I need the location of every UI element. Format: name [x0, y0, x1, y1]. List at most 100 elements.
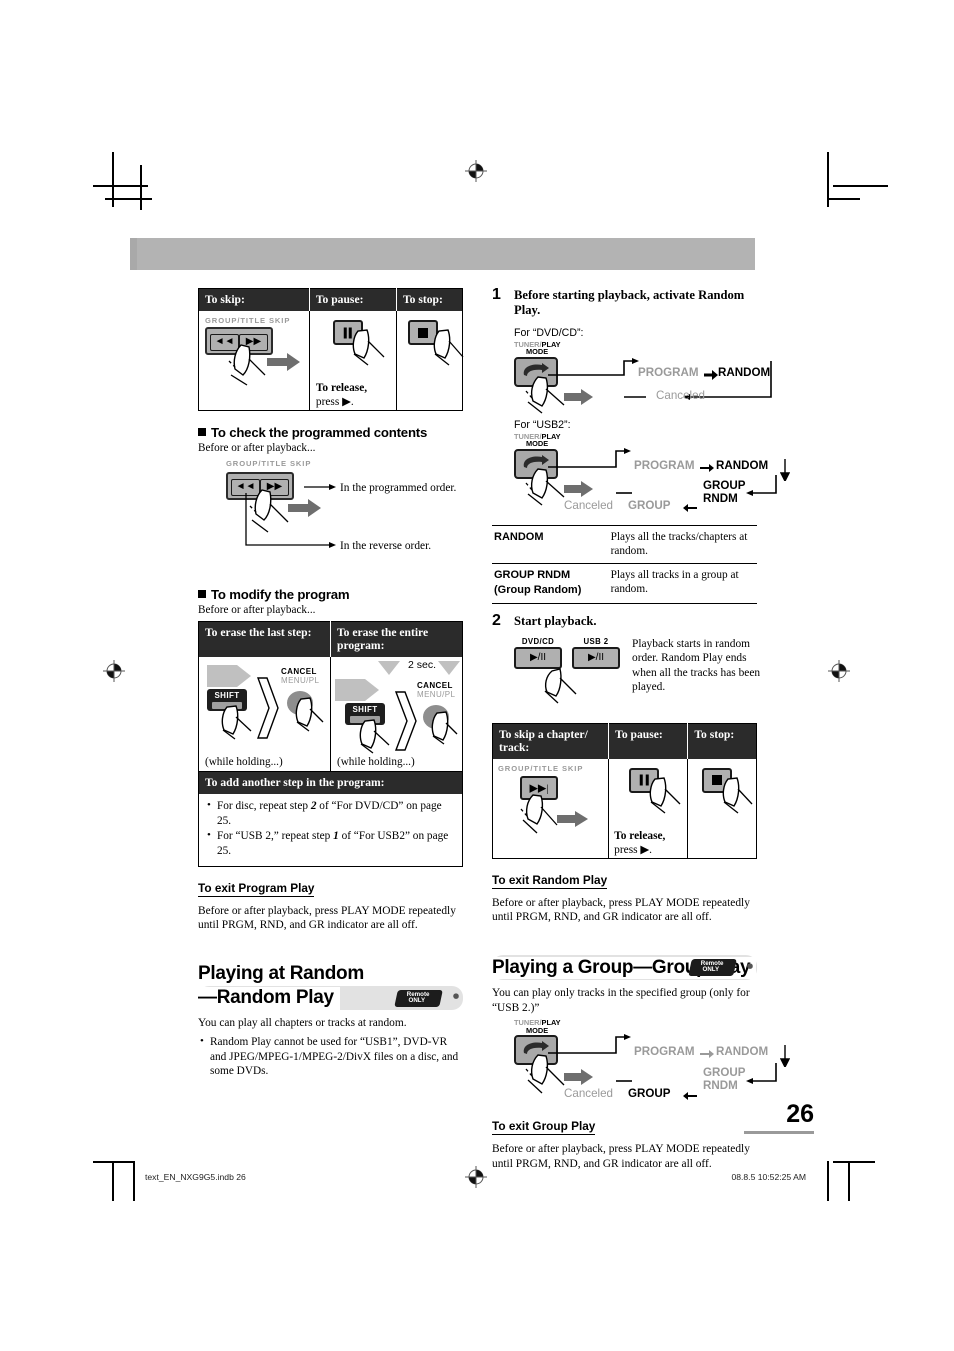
stop-icon — [712, 775, 723, 786]
col-header-erase-entire: To erase the entire program: — [330, 621, 463, 657]
mode-desc-cell: Plays all tracks in a group at random. — [608, 563, 757, 604]
pause-release-note-bold: To release, — [614, 829, 666, 842]
dvd-cd-flow-label: For “DVD/CD”: — [514, 326, 584, 339]
crop-mark — [833, 1161, 875, 1163]
exit-group-body: Before or after playback, press PLAY MOD… — [492, 1143, 750, 1170]
arrow-down-icon — [780, 1045, 790, 1068]
group-title-skip-label: GROUP/TITLE SKIP — [205, 316, 291, 325]
cell-erase-last-illustration: SHIFT CANCEL MENU/PL (while holding...) — [198, 657, 331, 772]
flow-group-label: GROUP — [628, 1087, 671, 1101]
col-header-erase-last: To erase the last step: — [198, 621, 331, 657]
table-row: GROUP/TITLE SKIP ▶▶| To release, press ▶… — [492, 758, 757, 859]
hold-arrow-icon — [438, 661, 460, 675]
flow-program-label: PROGRAM — [634, 1045, 695, 1059]
cell-pause-illustration: To release, press ▶. — [309, 311, 397, 411]
cell-stop-illustration — [688, 759, 757, 859]
step-1-text: Before starting playback, activate Rando… — [514, 288, 745, 318]
page-title-line2: —Random Play — [198, 987, 340, 1010]
random-play-intro: You can play all chapters or tracks at r… — [198, 1017, 407, 1030]
random-play-bullets: Random Play cannot be used for “USB1”, D… — [198, 1034, 463, 1079]
arrow-right-icon — [704, 369, 718, 380]
pause-release-note: press ▶. — [614, 843, 653, 856]
flow-group-rndm-label: GROUP RNDM — [703, 1066, 746, 1093]
crop-mark — [827, 198, 860, 200]
usb2-flow-diagram: TUNER/PLAY MODE PROGRAM RANDOM GROUP RND… — [508, 432, 790, 512]
table-row: GROUP RNDM (Group Random) Plays all trac… — [492, 563, 757, 604]
mode-name-cell: GROUP RNDM (Group Random) — [492, 563, 609, 604]
col-header-skip: To skip: — [198, 288, 310, 311]
crop-mark — [105, 198, 152, 200]
table-header-row: To erase the last step: To erase the ent… — [198, 621, 463, 657]
signal-wave-icon: ⏺ — [746, 959, 753, 974]
usb2-key-label: USB 2 — [583, 636, 609, 646]
group-play-intro: You can play only tracks in the specifie… — [492, 987, 750, 1014]
page-number: 26 — [786, 1100, 814, 1128]
cell-erase-entire-illustration: 2 sec. SHIFT CANCEL MENU/PL (while holdi… — [331, 657, 463, 772]
cancel-sub-label: MENU/PL — [417, 690, 456, 699]
hand-pointer-icon — [544, 668, 577, 704]
cancel-label: CANCEL — [417, 681, 453, 690]
exit-group-heading: To exit Group Play — [492, 1119, 596, 1136]
page-title-line1: Playing at Random — [198, 962, 364, 984]
then-arrow-icon — [395, 691, 417, 751]
group-play-title-block: Playing a Group—Group Play Remote ONLY ⏺ — [492, 955, 757, 981]
press-arrow-icon — [267, 353, 300, 371]
square-bullet-icon — [198, 590, 206, 598]
mode-desc-cell: Plays all the tracks/chapters at random. — [608, 524, 757, 564]
mode-name-cell: RANDOM — [492, 524, 609, 564]
exit-program-body: Before or after playback, press PLAY MOD… — [198, 904, 456, 932]
list-item: For “USB 2,” repeat step 1 of “For USB2”… — [205, 828, 454, 858]
shift-button-label: SHIFT — [214, 691, 240, 700]
shift-button-label: SHIFT — [352, 705, 378, 714]
registration-mark — [103, 660, 125, 682]
print-footer: text_EN_NXG9G5.indb 26 08.8.5 10:52:25 A… — [0, 1172, 954, 1188]
flow-random-label: RANDOM — [716, 1045, 769, 1059]
table-row: SHIFT CANCEL MENU/PL (while holding...) … — [198, 657, 463, 772]
flow-canceled-label: Canceled — [656, 388, 705, 402]
list-item: Random Play cannot be used for “USB1”, D… — [198, 1034, 463, 1079]
usb2-flow-label: For “USB2”: — [514, 418, 571, 431]
flow-group-rndm-label: GROUP RNDM — [703, 478, 746, 505]
col-header-stop: To stop: — [396, 288, 463, 311]
while-holding-note: (while holding...) — [337, 756, 415, 768]
list-item: For disc, repeat step 2 of “For DVD/CD” … — [205, 798, 454, 828]
step-1: 1 Before starting playback, activate Ran… — [492, 286, 757, 319]
flow-random-label: RANDOM — [716, 458, 769, 472]
two-sec-label: 2 sec. — [407, 659, 436, 671]
arrow-right-icon — [700, 1050, 714, 1059]
table-band-row: To add another step in the program: — [198, 771, 463, 794]
cell-add-step-bullets: For disc, repeat step 2 of “For DVD/CD” … — [199, 794, 463, 866]
step-2-text: Start playback. — [514, 613, 597, 628]
cell-pause-illustration: To release, press ▶. — [608, 758, 689, 859]
hand-pointer-icon — [433, 329, 464, 366]
arrow-down-icon — [780, 458, 790, 481]
step-1-number: 1 — [492, 286, 501, 303]
group-flow-diagram: TUNER/PLAY MODE PROGRAM RANDOM GROUP RND… — [508, 1019, 790, 1103]
footer-file-name: text_EN_NXG9G5.indb 26 — [145, 1172, 246, 1182]
table-row: RANDOM Plays all the tracks/chapters at … — [492, 524, 757, 564]
square-bullet-icon — [198, 428, 206, 436]
band-header-add-step: To add another step in the program: — [198, 771, 463, 794]
left-column: To skip: To pause: To stop: GROUP/TITLE … — [198, 288, 464, 1080]
cell-stop-illustration — [396, 311, 464, 411]
section-heading-modify-program: To modify the program — [198, 587, 463, 602]
exit-random-body: Before or after playback, press PLAY MOD… — [492, 896, 750, 924]
exit-random-heading: To exit Random Play — [492, 872, 608, 889]
group-title-skip-label: GROUP/TITLE SKIP — [226, 459, 312, 468]
pause-release-note-bold: To release, — [315, 382, 368, 394]
hand-pointer-icon — [722, 777, 753, 814]
check-contents-pre: Before or after playback... — [198, 442, 316, 454]
cell-skip-illustration: GROUP/TITLE SKIP ◄◄ ▶▶ — [198, 311, 310, 411]
section-heading-check-contents: To check the programmed contents — [198, 425, 463, 440]
header-banner-notch — [130, 238, 137, 270]
arrow-left-icon — [683, 1092, 697, 1101]
skip-pause-stop-table: To skip: To pause: To stop: GROUP/TITLE … — [198, 288, 464, 411]
cancel-sub-label: MENU/PL — [281, 676, 320, 685]
play-mode-button-label: TUNER/PLAY MODE — [514, 339, 561, 357]
remote-badge-line2: ONLY — [702, 966, 720, 974]
crop-mark — [140, 165, 142, 210]
remote-only-badge: Remote ONLY — [688, 958, 737, 977]
cancel-label: CANCEL — [281, 667, 317, 676]
crop-mark — [833, 185, 888, 187]
header-banner — [130, 238, 755, 270]
